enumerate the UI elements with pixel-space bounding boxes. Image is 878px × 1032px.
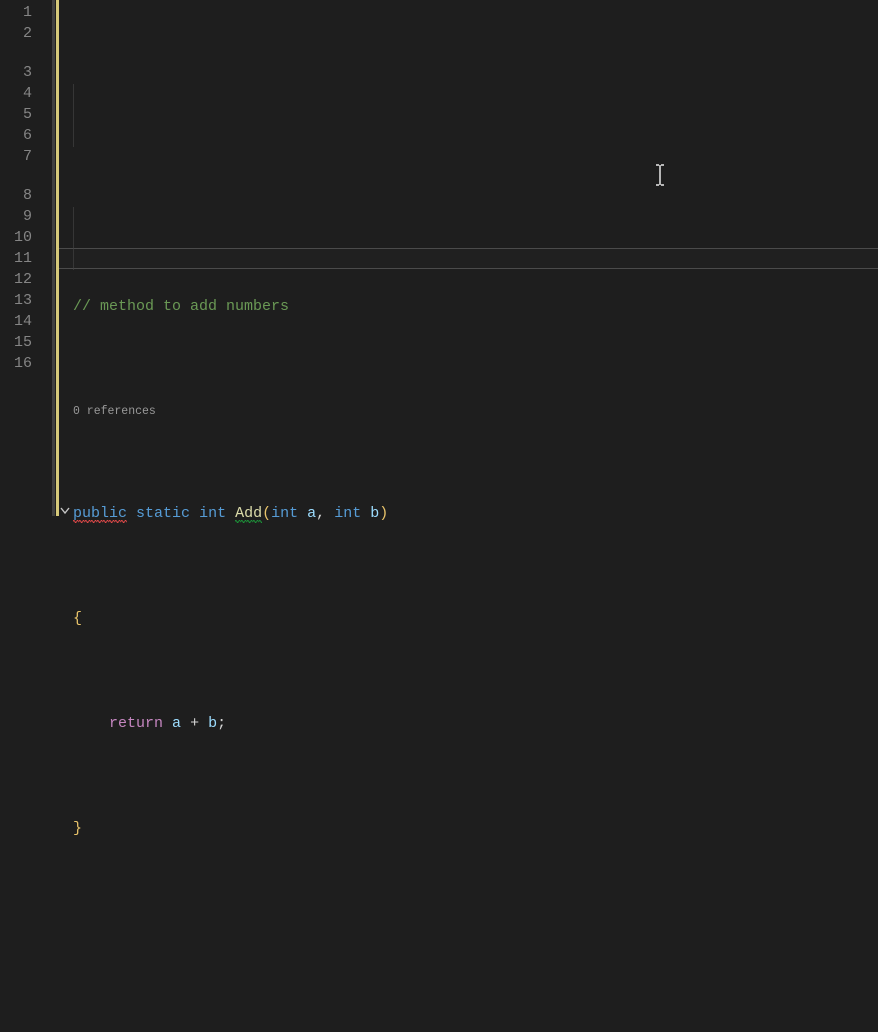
line-number: 7: [0, 146, 50, 167]
line-number-gutter: 1 2 3 4 5 6 7 8 9 10 11 12 13 14 15 16: [0, 0, 50, 516]
code-line[interactable]: return a + b;: [73, 713, 878, 734]
var-a: a: [172, 715, 181, 732]
paren-close: ): [379, 505, 388, 522]
indent-guide: [73, 207, 74, 270]
function-name: Add: [235, 505, 262, 523]
comma: ,: [316, 505, 325, 522]
comment-text: // method to add numbers: [73, 298, 289, 315]
fold-collapse-icon[interactable]: [60, 506, 70, 516]
line-number: 13: [0, 290, 50, 311]
codelens-references[interactable]: 0 references: [73, 1028, 878, 1032]
code-line[interactable]: {: [73, 608, 878, 629]
line-number: 2: [0, 23, 50, 44]
var-b: b: [208, 715, 217, 732]
param-b: b: [370, 505, 379, 522]
line-number: 1: [0, 2, 50, 23]
line-number: 10: [0, 227, 50, 248]
code-line[interactable]: // method to add numbers: [73, 296, 878, 317]
line-number: 11: [0, 248, 50, 269]
code-line[interactable]: [73, 923, 878, 944]
gutter-divider: [52, 0, 55, 516]
keyword-return: return: [109, 715, 163, 732]
line-number: 15: [0, 332, 50, 353]
code-line[interactable]: public static int Add(int a, int b): [73, 503, 878, 524]
code-line[interactable]: }: [73, 818, 878, 839]
codelens-references[interactable]: 0 references: [73, 401, 878, 419]
gutter-spacer: [0, 167, 50, 185]
keyword-public: public: [73, 505, 127, 523]
param-a: a: [307, 505, 316, 522]
line-number: 6: [0, 125, 50, 146]
line-number: 9: [0, 206, 50, 227]
code-content[interactable]: // method to add numbers 0 references pu…: [59, 0, 878, 516]
line-number: 4: [0, 83, 50, 104]
indent-guide: [73, 84, 74, 147]
line-number: 5: [0, 104, 50, 125]
diff-indicator: [56, 0, 59, 516]
type-int: int: [199, 505, 226, 522]
current-line-highlight: [59, 248, 878, 269]
brace-open: {: [73, 610, 82, 627]
line-number: 8: [0, 185, 50, 206]
operator-plus: +: [190, 715, 199, 732]
code-editor[interactable]: 1 2 3 4 5 6 7 8 9 10 11 12 13 14 15 16 /…: [0, 0, 878, 516]
brace-close: }: [73, 820, 82, 837]
code-line[interactable]: [73, 191, 878, 212]
keyword-static: static: [136, 505, 190, 522]
gutter-spacer: [0, 44, 50, 62]
line-number: 12: [0, 269, 50, 290]
semicolon: ;: [217, 715, 226, 732]
line-number: 14: [0, 311, 50, 332]
type-int: int: [334, 505, 361, 522]
line-number: 16: [0, 353, 50, 374]
line-number: 3: [0, 62, 50, 83]
type-int: int: [271, 505, 298, 522]
paren-open: (: [262, 505, 271, 522]
